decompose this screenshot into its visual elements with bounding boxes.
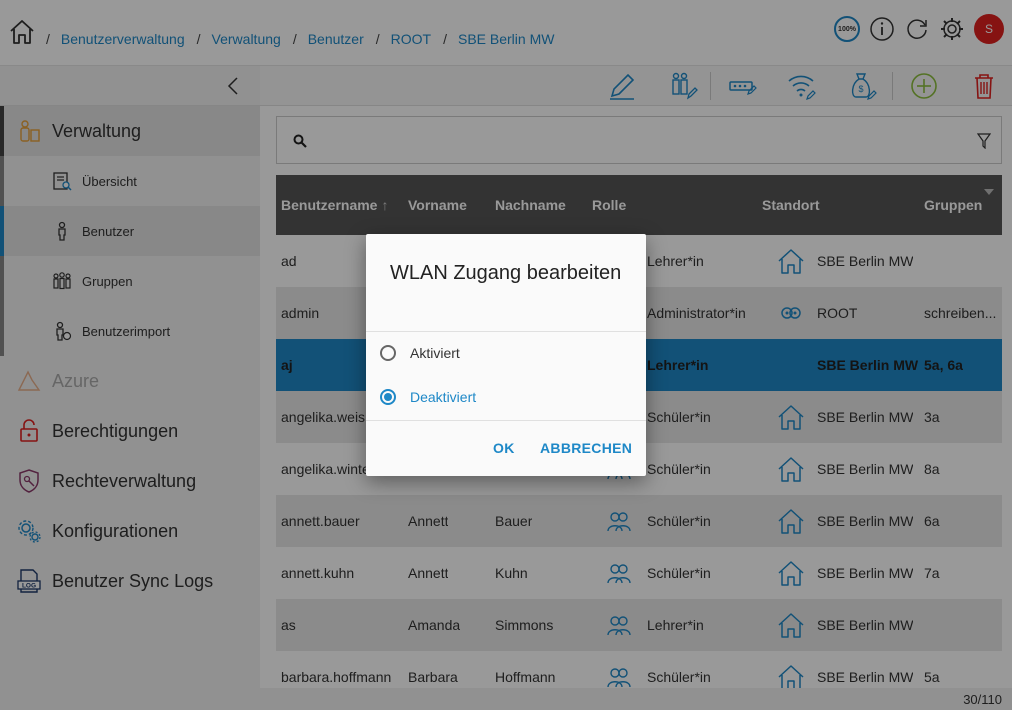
wlan-access-dialog: WLAN Zugang bearbeiten Aktiviert Deaktiv…: [366, 234, 646, 476]
radio-option-deactivated[interactable]: Deaktiviert: [378, 379, 634, 415]
cancel-button[interactable]: ABBRECHEN: [540, 440, 632, 456]
dialog-title: WLAN Zugang bearbeiten: [390, 262, 622, 284]
radio-label: Aktiviert: [410, 345, 460, 361]
ok-button[interactable]: OK: [493, 440, 515, 456]
radio-label: Deaktiviert: [410, 389, 477, 405]
radio-option-activated[interactable]: Aktiviert: [378, 335, 634, 371]
radio-button[interactable]: [380, 345, 396, 361]
dialog-divider: [366, 420, 646, 421]
dialog-divider: [366, 331, 646, 332]
radio-button-checked[interactable]: [380, 389, 396, 405]
